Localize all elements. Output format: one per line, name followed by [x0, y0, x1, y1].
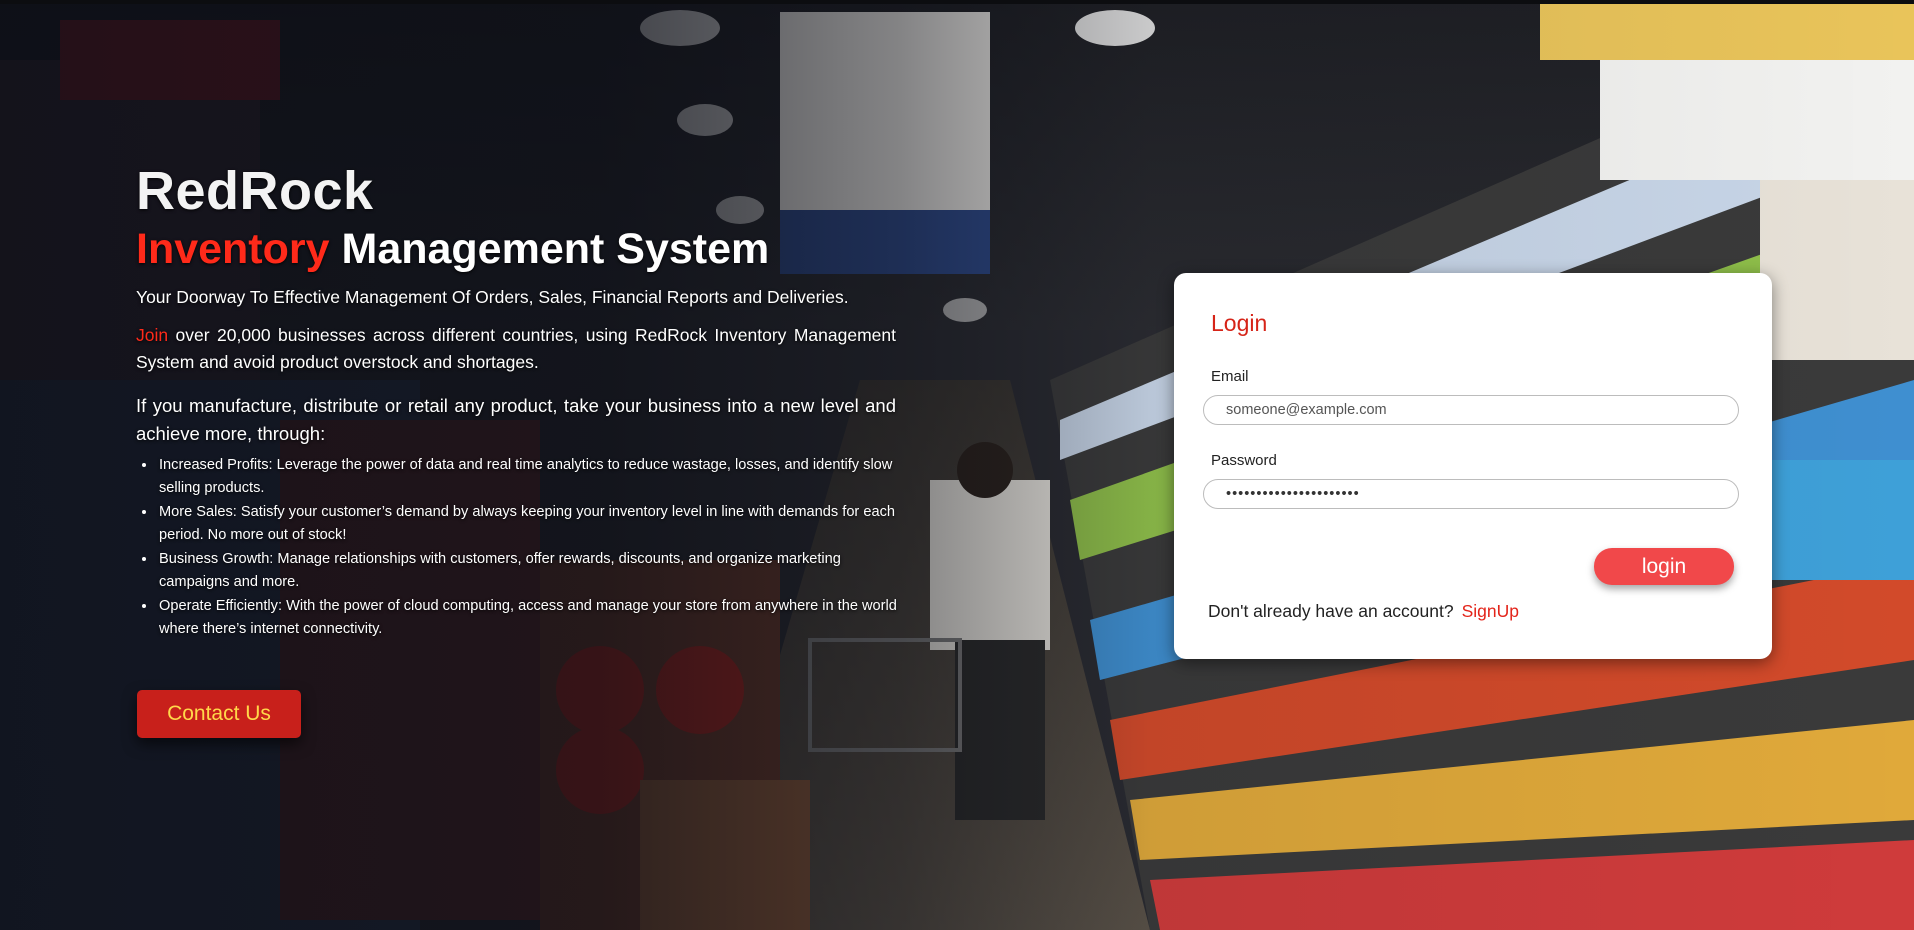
password-field[interactable]	[1203, 479, 1739, 509]
hero-section: RedRock Inventory Management System Your…	[136, 160, 897, 642]
benefit-item-profits: Increased Profits: Leverage the power of…	[157, 454, 897, 500]
login-title: Login	[1211, 310, 1268, 336]
join-word: Join	[136, 325, 169, 345]
headline-rest: Management System	[329, 225, 770, 273]
login-button[interactable]: login	[1594, 548, 1734, 585]
brand-title: RedRock	[136, 161, 374, 221]
intro-paragraph: If you manufacture, distribute or retail…	[136, 395, 896, 444]
hero-headline: Inventory Management System	[136, 222, 896, 276]
signup-prompt: Don't already have an account?	[1208, 601, 1454, 621]
join-text: over 20,000 businesses across different …	[136, 325, 896, 372]
email-label: Email	[1211, 368, 1249, 385]
benefits-list: Increased Profits: Leverage the power of…	[136, 454, 897, 641]
password-label: Password	[1211, 452, 1277, 469]
login-card: Login Email Password login Don't already…	[1174, 273, 1772, 659]
email-field[interactable]	[1203, 395, 1739, 425]
benefit-item-sales: More Sales: Satisfy your customer’s dema…	[157, 501, 897, 547]
contact-us-button[interactable]: Contact Us	[137, 690, 301, 738]
join-paragraph: Join over 20,000 businesses across diffe…	[136, 322, 896, 376]
benefit-item-efficiency: Operate Efficiently: With the power of c…	[157, 595, 897, 641]
signup-link[interactable]: SignUp	[1462, 601, 1519, 621]
signup-row: Don't already have an account? SignUp	[1208, 601, 1519, 622]
headline-accent-word: Inventory	[136, 225, 330, 273]
top-border	[0, 0, 1914, 4]
benefit-item-growth: Business Growth: Manage relationships wi…	[157, 548, 897, 594]
hero-tagline: Your Doorway To Effective Management Of …	[136, 287, 849, 307]
